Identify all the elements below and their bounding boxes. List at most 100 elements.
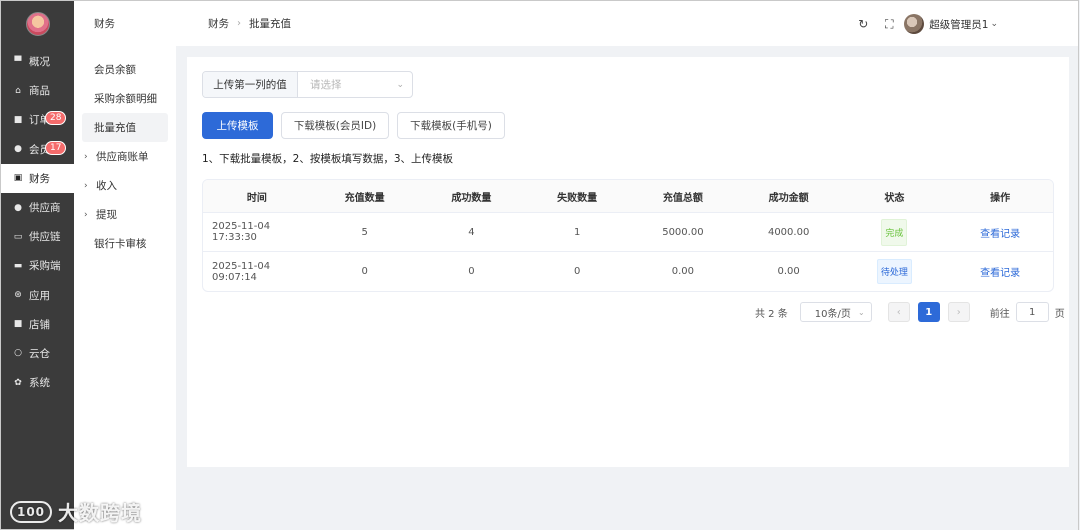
- cell-count: 0: [361, 266, 368, 277]
- cloud-icon: ○: [14, 348, 22, 359]
- main-content: 上传第一列的值 请选择 ⌄ 上传模板 下载模板(会员ID) 下载模板(手机号) …: [176, 46, 1079, 530]
- nav-item-cloud[interactable]: ○ 云仓: [1, 339, 74, 368]
- submenu-group-income[interactable]: › 收入: [74, 171, 176, 200]
- members-badge: 17: [45, 140, 67, 155]
- submenu-group-label: 提现: [96, 209, 117, 221]
- fullscreen-icon[interactable]: ⛶: [882, 17, 896, 31]
- view-records-link[interactable]: 查看记录: [980, 268, 1020, 279]
- cell-fail: 0: [573, 266, 581, 277]
- refresh-icon[interactable]: ↻: [856, 17, 870, 31]
- chevron-right-icon: ›: [84, 209, 88, 220]
- column-header: 时间: [246, 192, 267, 204]
- page-unit-label: 页: [1054, 308, 1065, 320]
- cell-total: 0.00: [671, 266, 695, 277]
- nav-item-label: 供应商: [29, 202, 61, 215]
- view-records-link[interactable]: 查看记录: [980, 229, 1020, 240]
- nav-item-store[interactable]: ■ 店铺: [1, 310, 74, 339]
- pagination: 共 2 条 10条/页 ⌄ ‹ 1 › 前往 1 页: [755, 302, 1065, 322]
- header-actions: ↻ ⛶ 超级管理员1 ⌄: [844, 1, 998, 47]
- upload-column-select[interactable]: 请选择 ⌄: [298, 72, 412, 97]
- user-avatar[interactable]: [904, 14, 925, 34]
- chevron-down-icon: ⌄: [858, 307, 865, 317]
- nav-item-label: 云仓: [29, 347, 50, 360]
- store-icon: ■: [13, 319, 23, 330]
- recharge-table: 时间 充值数量 成功数量 失败数量 充值总额 成功金额 状态 操作 2025-1…: [202, 179, 1054, 292]
- cell-status: 完成: [842, 218, 948, 246]
- submenu-item-bank-card-review[interactable]: 银行卡审核: [74, 229, 176, 258]
- breadcrumb-separator-icon: ›: [237, 18, 241, 29]
- nav-item-members[interactable]: ● 会员 17: [1, 135, 74, 164]
- submenu-group-withdraw[interactable]: › 提现: [74, 200, 176, 229]
- nav-item-label: 店铺: [29, 318, 50, 331]
- watermark: 100 大数跨境: [10, 497, 142, 526]
- table-header: 时间 充值数量 成功数量 失败数量 充值总额 成功金额 状态 操作: [203, 180, 1053, 213]
- clipboard-icon: ■: [13, 114, 23, 125]
- submenu-item-member-balance[interactable]: 会员余额: [74, 55, 176, 84]
- nav-item-system[interactable]: ✿ 系统: [1, 368, 74, 397]
- nav-item-apps[interactable]: ⊛ 应用: [1, 281, 74, 310]
- nav-item-overview[interactable]: ▀ 概况: [1, 47, 74, 76]
- download-template-phone-button[interactable]: 下载模板(手机号): [397, 112, 505, 139]
- submenu-group-supplier-bills[interactable]: › 供应商账单: [74, 142, 176, 171]
- download-template-member-button[interactable]: 下载模板(会员ID): [281, 112, 389, 139]
- cell-fail: 1: [573, 226, 581, 238]
- submenu-item-batch-recharge[interactable]: 批量充值: [82, 113, 168, 142]
- column-header: 充值总额: [662, 192, 703, 204]
- nav-item-orders[interactable]: ■ 订单 28: [1, 105, 74, 134]
- upload-column-label: 上传第一列的值: [203, 72, 298, 97]
- chevron-right-icon: ›: [84, 151, 88, 162]
- grid-icon: ⊛: [14, 290, 22, 301]
- submenu-group-label: 收入: [96, 180, 117, 192]
- column-header: 充值数量: [344, 192, 385, 204]
- submenu-title: 财务: [94, 18, 115, 30]
- truck-icon: ▭: [13, 231, 23, 242]
- status-badge: 待处理: [876, 259, 912, 284]
- gear-icon: ✿: [14, 377, 22, 388]
- pagination-total: 共 2 条: [755, 308, 788, 320]
- goto-page-input[interactable]: 1: [1015, 302, 1049, 322]
- cell-time: 2025-11-04 09:07:14: [212, 260, 271, 283]
- cell-action: 查看记录: [947, 225, 1053, 240]
- next-page-button[interactable]: ›: [947, 302, 970, 322]
- batch-recharge-card: 上传第一列的值 请选择 ⌄ 上传模板 下载模板(会员ID) 下载模板(手机号) …: [187, 57, 1069, 467]
- upload-template-button[interactable]: 上传模板: [202, 112, 273, 139]
- submenu-item-purchase-balance[interactable]: 采购余额明细: [74, 84, 176, 113]
- cell-count: 5: [361, 226, 368, 238]
- column-header: 成功金额: [768, 192, 809, 204]
- cell-status: 待处理: [842, 259, 948, 284]
- nav-item-label: 概况: [29, 56, 50, 69]
- nav-item-finance[interactable]: ▣ 财务: [1, 163, 74, 193]
- monitor-icon: ▀: [14, 56, 22, 67]
- cell-total: 5000.00: [662, 226, 704, 238]
- wallet-icon: ▣: [13, 173, 23, 184]
- submenu-group-label: 供应商账单: [96, 151, 149, 163]
- chevron-down-icon[interactable]: ⌄: [990, 19, 998, 29]
- cell-success-amount: 4000.00: [767, 226, 810, 238]
- nav-item-label: 财务: [29, 172, 50, 185]
- nav-item-label: 商品: [29, 85, 50, 98]
- breadcrumb-item[interactable]: 财务: [208, 16, 229, 31]
- nav-item-supplier[interactable]: ● 供应商: [1, 193, 74, 222]
- page-size-select[interactable]: 10条/页 ⌄: [799, 302, 872, 322]
- watermark-logo: 100: [10, 500, 52, 523]
- nav-item-purchase[interactable]: ▬ 采购端: [1, 251, 74, 280]
- status-badge: 完成: [881, 218, 908, 246]
- main-nav: ▀ 概况 ⌂ 商品 ■ 订单 28 ● 会员 17 ▣ 财务 ● 供应商 ▭ 供应链 ▬ 采购端 ⊛…: [0, 0, 74, 530]
- top-header: 财务 › 批量充值 ↻ ⛶ 超级管理员1 ⌄: [176, 0, 1079, 46]
- column-header: 状态: [884, 192, 905, 204]
- nav-item-label: 供应链: [29, 231, 61, 244]
- avatar[interactable]: [25, 12, 50, 36]
- nav-item-supply-chain[interactable]: ▭ 供应链: [1, 222, 74, 251]
- page-number-current[interactable]: 1: [917, 302, 940, 322]
- user-name[interactable]: 超级管理员1: [929, 17, 988, 32]
- user-icon: ●: [14, 144, 22, 155]
- chevron-down-icon: ⌄: [396, 79, 404, 90]
- breadcrumb: 财务 › 批量充值: [208, 16, 291, 31]
- breadcrumb-item-current: 批量充值: [249, 18, 291, 30]
- nav-item-goods[interactable]: ⌂ 商品: [1, 76, 74, 105]
- cart-icon: ▬: [13, 260, 23, 271]
- select-placeholder: 请选择: [310, 79, 342, 91]
- cell-success: 0: [468, 266, 475, 277]
- prev-page-button[interactable]: ‹: [887, 302, 910, 322]
- nav-item-label: 采购端: [29, 260, 61, 273]
